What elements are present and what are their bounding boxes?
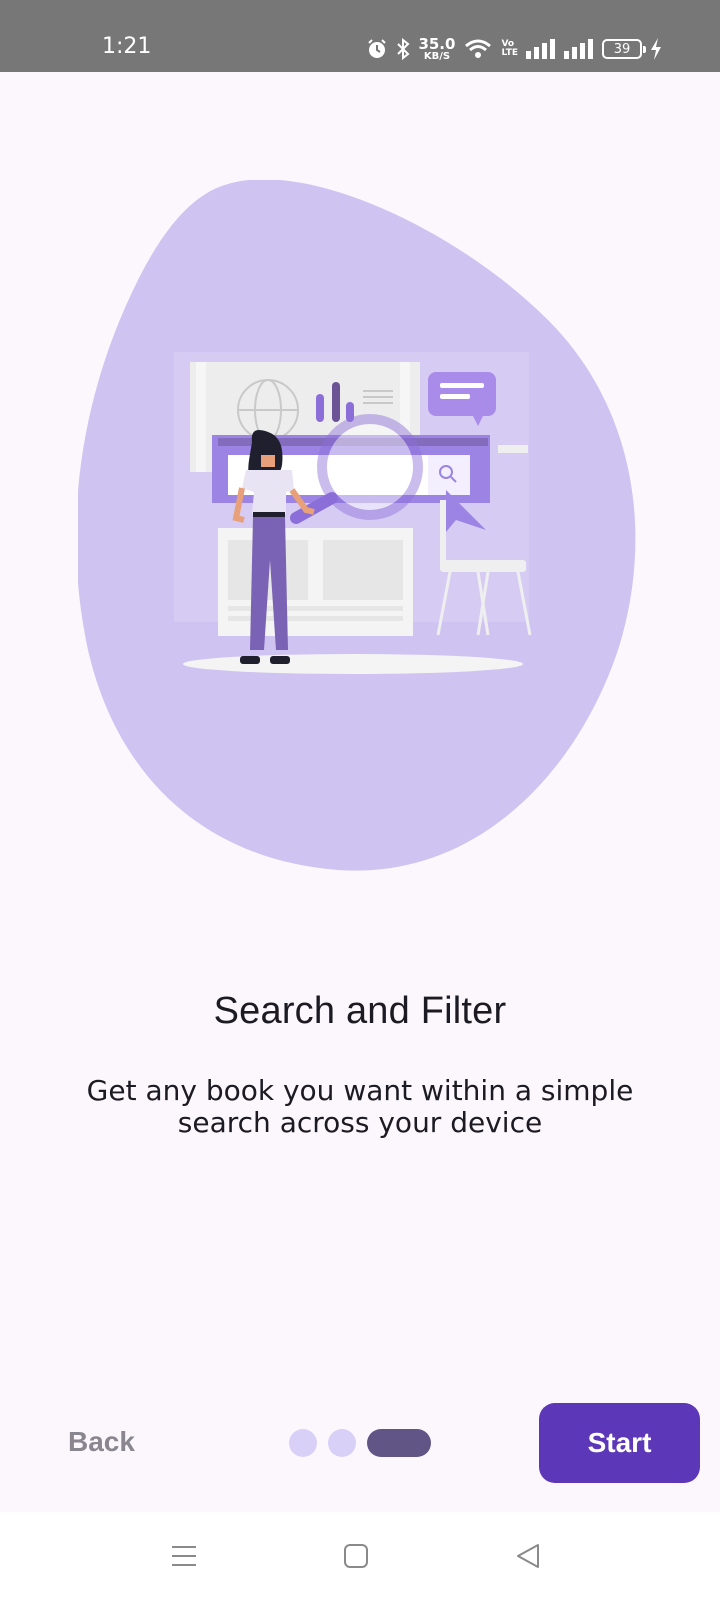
battery-indicator: 39 [602,39,646,59]
page-dot[interactable] [328,1429,356,1457]
status-bar: 1:21 35.0 KB/S Vo LTE 39 [0,0,720,72]
page-dot[interactable] [289,1429,317,1457]
network-speed-value: 35.0 [418,34,456,53]
status-time: 1:21 [102,34,152,59]
signal-icon [526,39,556,59]
signal-icon [564,39,594,59]
alarm-icon [366,38,388,60]
page-title: Search and Filter [213,990,507,1032]
back-triangle-icon[interactable] [506,1534,550,1578]
menu-icon[interactable] [162,1534,206,1578]
search-illustration [78,180,636,871]
system-nav-bar [0,1512,720,1600]
page-indicator [289,1429,431,1457]
status-icons: 35.0 KB/S Vo LTE 39 [366,34,662,64]
battery-level: 39 [613,41,631,57]
wifi-icon [463,38,493,60]
network-speed-unit: KB/S [423,50,451,62]
volte-bottom: LTE [501,48,518,58]
network-speed: 35.0 KB/S [418,34,456,62]
start-button[interactable]: Start [539,1403,700,1483]
charging-bolt-icon [650,38,662,60]
onboarding-screen: 1:21 35.0 KB/S Vo LTE 39 Search and Filt… [0,0,720,1600]
volte-indicator: Vo LTE [501,40,518,58]
home-icon[interactable] [334,1534,378,1578]
page-dot-active[interactable] [367,1429,431,1457]
back-button[interactable]: Back [52,1412,148,1472]
page-description: Get any book you want within a simple se… [86,1074,634,1139]
bluetooth-icon [396,38,410,60]
